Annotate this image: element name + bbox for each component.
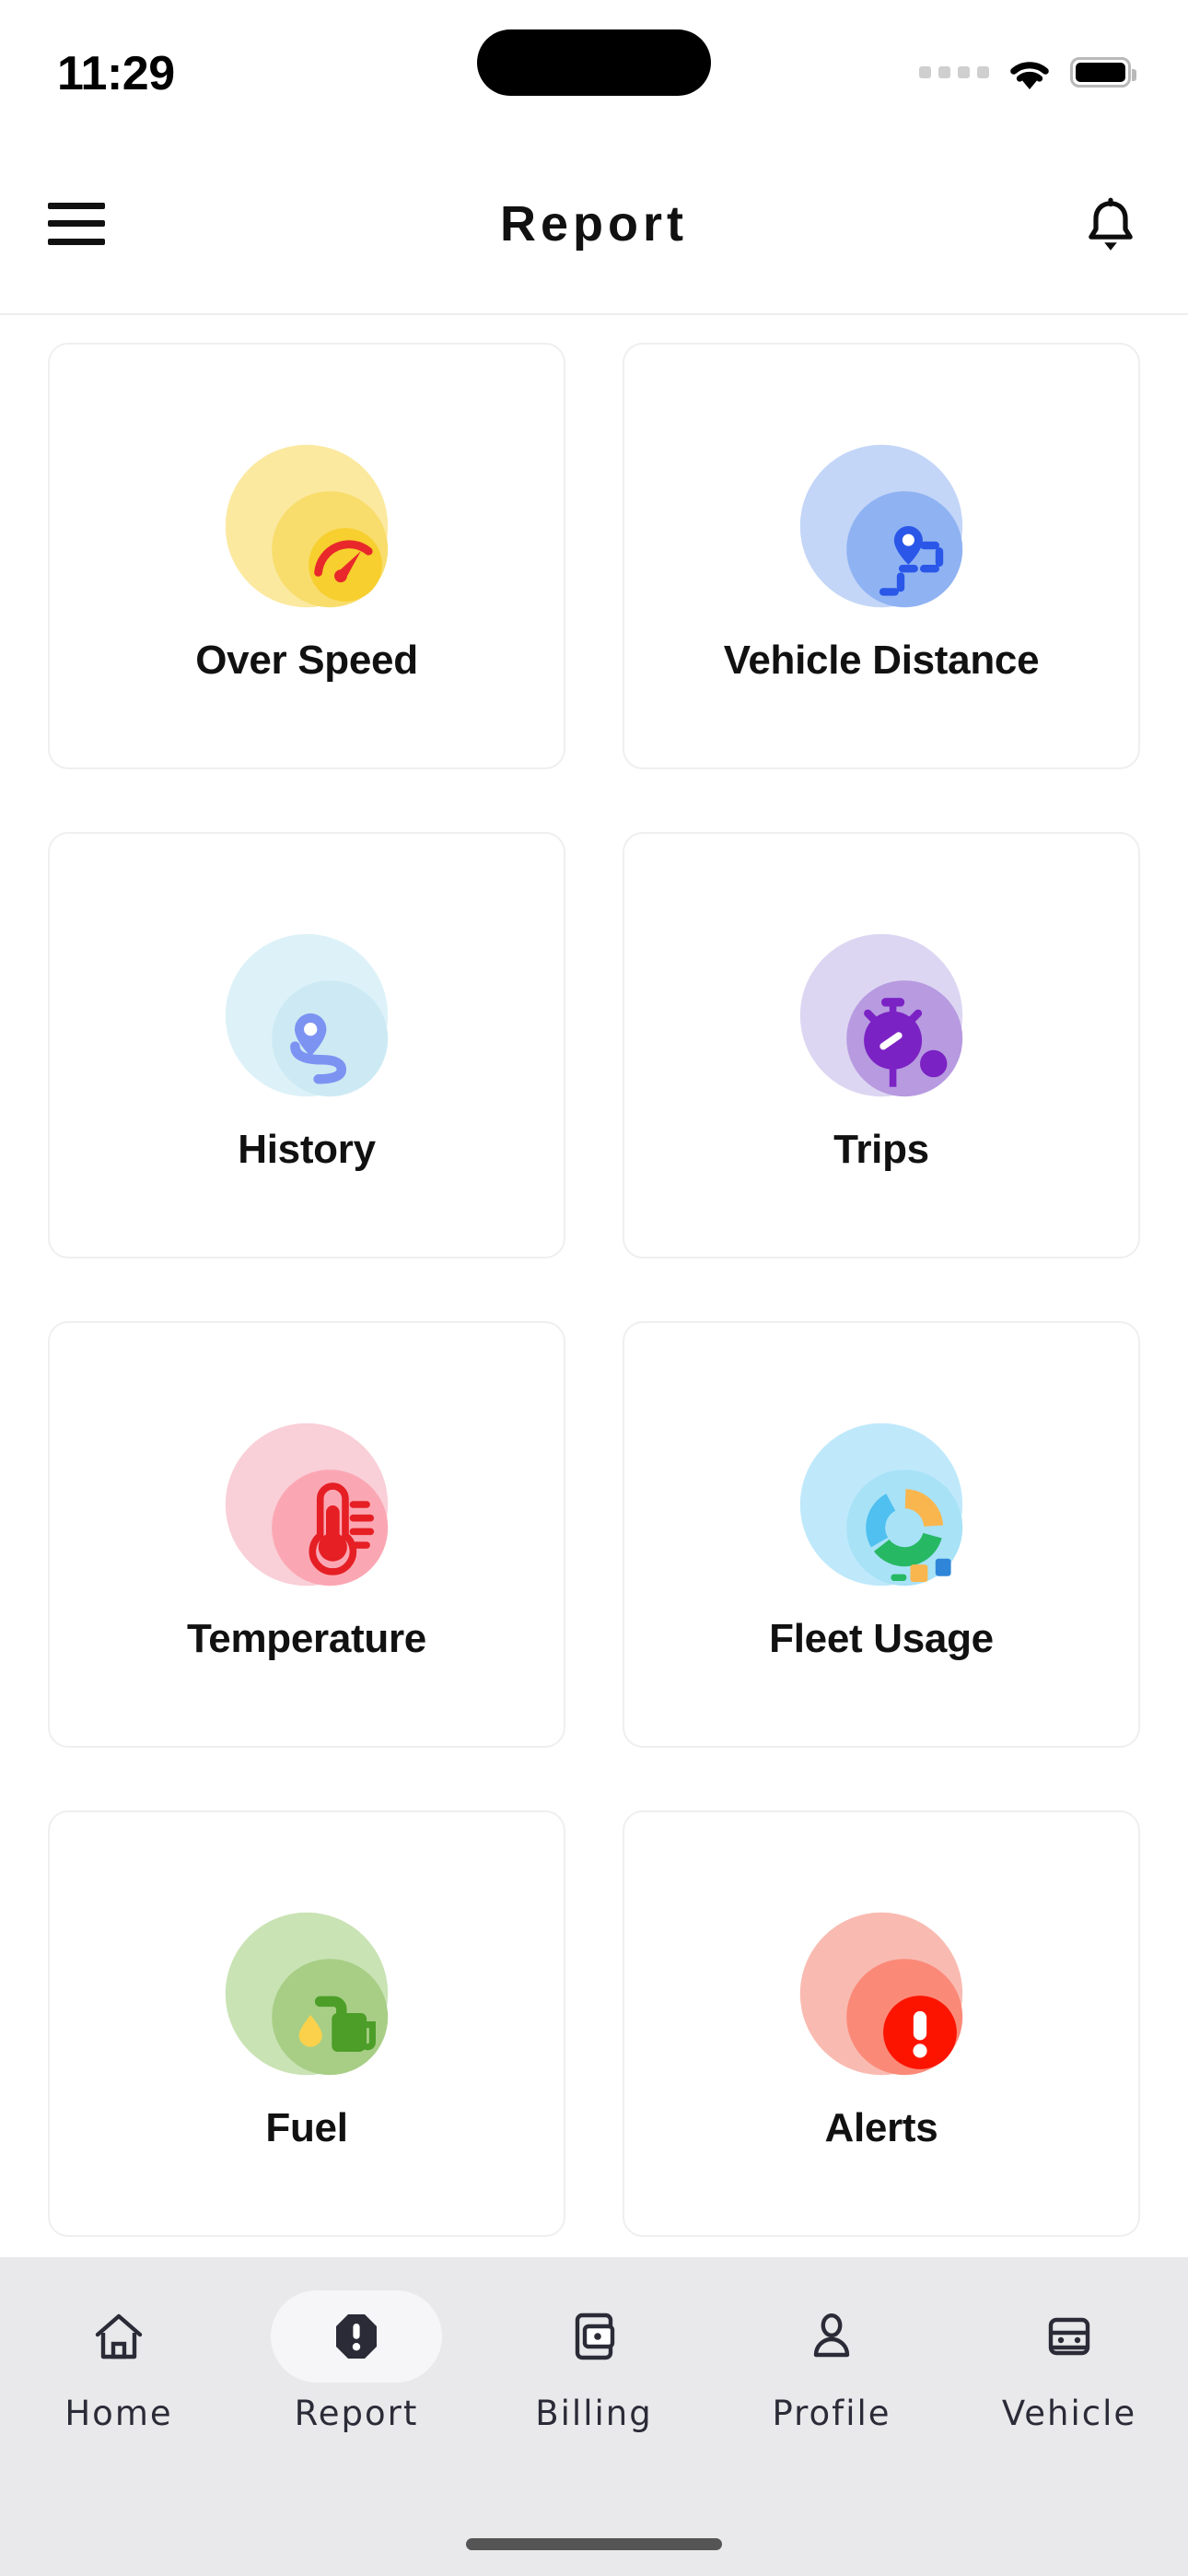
- report-card-label: Temperature: [187, 1615, 426, 1661]
- signal-dots-icon: [919, 66, 989, 78]
- report-card-label: Alerts: [824, 2104, 938, 2150]
- alert-octagon-icon: [336, 2314, 377, 2359]
- dynamic-island: [477, 29, 711, 96]
- car-front-icon: [1048, 2317, 1090, 2356]
- tab-vehicle-pill: [984, 2290, 1155, 2383]
- alert-exclamation-icon: [799, 1912, 963, 2075]
- report-card-temperature[interactable]: Temperature: [48, 1321, 565, 1748]
- report-card-fuel[interactable]: Fuel: [48, 1810, 565, 2237]
- app-header: Report: [0, 134, 1188, 315]
- tab-report-pill: [271, 2290, 442, 2383]
- tab-home-pill: [33, 2290, 204, 2383]
- tab-profile-label: Profile: [772, 2394, 891, 2433]
- tab-billing-pill: [508, 2290, 680, 2383]
- report-card-label: Fuel: [265, 2104, 348, 2150]
- report-card-label: History: [238, 1126, 376, 1172]
- tab-profile[interactable]: Profile: [713, 2290, 950, 2455]
- report-card-trips[interactable]: Trips: [623, 832, 1140, 1259]
- bell-icon[interactable]: [1081, 193, 1140, 254]
- report-card-label: Fleet Usage: [769, 1615, 994, 1661]
- report-card-label: Vehicle Distance: [723, 637, 1040, 683]
- tab-home[interactable]: Home: [0, 2290, 238, 2455]
- home-indicator[interactable]: [466, 2538, 722, 2550]
- tab-report[interactable]: Report: [238, 2290, 475, 2455]
- tab-report-label: Report: [294, 2394, 419, 2433]
- report-card-label: Trips: [833, 1126, 929, 1172]
- stopwatch-icon: [799, 933, 963, 1096]
- status-bar-time: 11:29: [57, 46, 175, 100]
- speedometer-icon: [225, 444, 389, 607]
- route-pin-icon: [799, 444, 963, 607]
- report-card-label: Over Speed: [195, 637, 418, 683]
- donut-chart-icon: [799, 1423, 963, 1586]
- page-title: Report: [500, 195, 688, 252]
- report-card-fleet-usage[interactable]: Fleet Usage: [623, 1321, 1140, 1748]
- tab-profile-pill: [746, 2290, 917, 2383]
- report-card-alerts[interactable]: Alerts: [623, 1810, 1140, 2237]
- hamburger-menu-icon[interactable]: [48, 202, 105, 245]
- battery-full-icon: [1070, 57, 1136, 88]
- report-card-vehicle-distance[interactable]: Vehicle Distance: [623, 343, 1140, 769]
- tab-vehicle-label: Vehicle: [1001, 2394, 1137, 2433]
- report-card-history[interactable]: History: [48, 832, 565, 1259]
- location-history-icon: [225, 933, 389, 1096]
- thermometer-icon: [225, 1423, 389, 1586]
- report-card-over-speed[interactable]: Over Speed: [48, 343, 565, 769]
- mobile-card-icon: [575, 2313, 615, 2360]
- status-bar-indicators: [919, 44, 1136, 90]
- home-icon: [95, 2313, 143, 2359]
- status-bar: 11:29: [0, 0, 1188, 134]
- report-grid: Over Speed Vehicle Distance History Trip…: [0, 343, 1188, 2237]
- tab-vehicle[interactable]: Vehicle: [950, 2290, 1188, 2455]
- fuel-pump-icon: [225, 1912, 389, 2075]
- tab-billing[interactable]: Billing: [475, 2290, 713, 2455]
- tab-home-label: Home: [64, 2394, 173, 2433]
- phone-screen: 11:29 Report Over Speed Vehicle Distance…: [0, 0, 1188, 2576]
- bottom-navigation: Home Report Billing Profile Vehicle: [0, 2257, 1188, 2576]
- person-icon: [813, 2313, 850, 2358]
- wifi-icon: [1010, 61, 1049, 89]
- tab-billing-label: Billing: [535, 2394, 653, 2433]
